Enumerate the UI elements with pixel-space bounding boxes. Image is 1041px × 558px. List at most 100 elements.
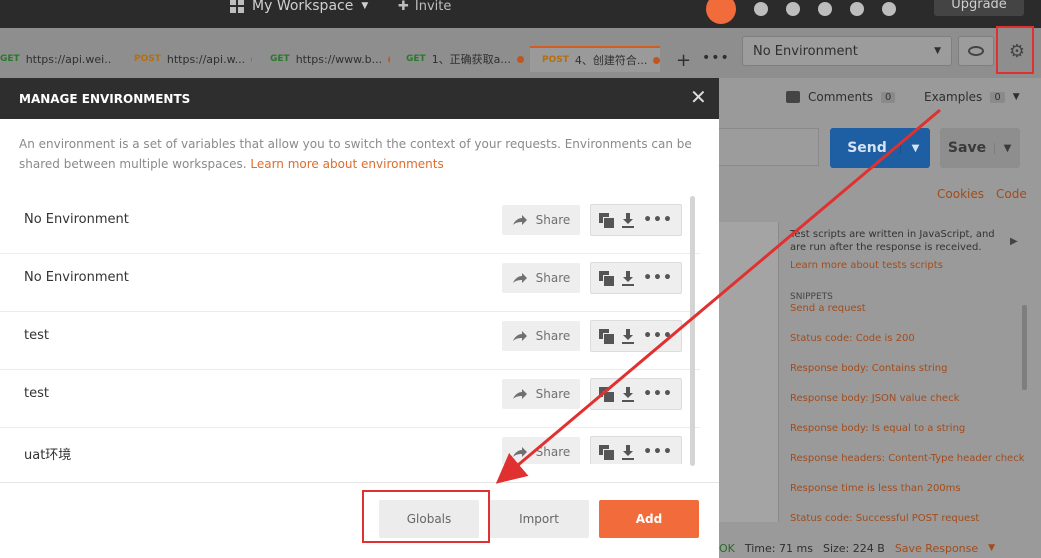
environment-quick-look-button[interactable] [958,36,994,66]
examples-button[interactable]: Examples 0 ▼ [924,90,1020,104]
test-script-editor[interactable] [719,222,779,522]
comments-button[interactable]: Comments 0 [786,90,896,104]
download-icon[interactable] [621,212,635,228]
learn-more-tests-link[interactable]: Learn more about tests scripts [790,260,943,271]
unsaved-dot-icon [251,55,252,63]
more-tabs-icon[interactable]: ••• [702,50,730,66]
code-link[interactable]: Code [996,187,1027,201]
snippet-item[interactable]: Status code: Code is 200 [790,333,915,344]
close-icon[interactable]: ✕ [690,87,707,107]
request-url-input[interactable] [719,128,819,166]
snippet-item[interactable]: Status code: Successful POST request [790,513,979,524]
share-label: Share [535,329,571,343]
bell-icon[interactable] [818,2,832,16]
send-button[interactable]: Send ▼ [830,128,930,168]
snippet-item[interactable]: Response body: JSON value check [790,393,959,404]
size-value: 224 B [852,541,885,555]
share-button[interactable]: Share [502,205,580,235]
snippets-description: Test scripts are written in JavaScript, … [790,229,995,253]
tab-label: 1、正确获取a... [431,53,511,66]
wrench-icon[interactable] [786,2,800,16]
environment-select[interactable]: No Environment ▼ [742,36,952,66]
duplicate-icon[interactable] [599,445,616,461]
globals-highlight-box [362,490,490,543]
snippet-item[interactable]: Response time is less than 200ms [790,483,961,494]
save-button[interactable]: Save ▼ [940,128,1020,168]
snippet-item[interactable]: Response body: Contains string [790,363,947,374]
environment-row[interactable]: test Share ••• [0,312,700,370]
status-code: OK [719,541,735,555]
more-options-icon[interactable]: ••• [643,444,673,460]
environment-name[interactable]: No Environment [24,270,129,285]
environment-name[interactable]: No Environment [24,212,129,227]
more-options-icon[interactable]: ••• [643,386,673,402]
environment-name[interactable]: test [24,386,49,401]
save-response-button[interactable]: Save Response [895,542,978,555]
request-tab[interactable]: POST https://api.w... [134,46,252,72]
footer-divider [0,482,719,483]
more-options-icon[interactable]: ••• [643,270,673,286]
tab-method: GET [270,54,290,64]
add-button[interactable]: Add [599,500,699,538]
request-tab[interactable]: GET 1、正确获取a... [406,46,524,72]
environment-list-scrollbar[interactable] [690,196,695,466]
collapse-panel-icon[interactable]: ▶ [1010,236,1018,247]
upgrade-button[interactable]: Upgrade [934,0,1024,16]
snippets-scrollbar[interactable] [1022,305,1027,390]
request-tab[interactable]: GET https://www.b... [270,46,390,72]
more-options-icon[interactable]: ••• [643,328,673,344]
environment-row[interactable]: No Environment Share ••• [0,196,700,254]
sync-icon[interactable] [706,0,736,24]
import-button[interactable]: Import [489,500,589,538]
share-arrow-icon [512,447,527,457]
examples-label: Examples [924,90,983,104]
examples-count-badge: 0 [990,91,1005,103]
invite-label: Invite [414,0,452,14]
more-options-icon[interactable]: ••• [643,212,673,228]
invite-button[interactable]: ✚ Invite [398,0,451,16]
workspace-switcher[interactable]: My Workspace ▼ [230,0,368,16]
heart-icon[interactable] [850,2,864,16]
send-options-chevron-icon[interactable]: ▼ [900,142,930,154]
tab-label: https://www.b... [295,52,383,66]
new-tab-icon[interactable]: + [676,50,691,71]
environment-select-value: No Environment [753,43,858,59]
duplicate-icon[interactable] [599,213,616,229]
app-header: My Workspace ▼ ✚ Invite Upgrade [0,0,1041,28]
download-icon[interactable] [621,386,635,402]
share-button[interactable]: Share [502,263,580,293]
comments-label: Comments [808,90,874,104]
learn-more-environments-link[interactable]: Learn more about environments [250,157,443,171]
download-icon[interactable] [621,328,635,344]
comment-icon [786,91,800,103]
duplicate-icon[interactable] [599,271,616,287]
chevron-down-icon[interactable]: ▼ [988,543,995,553]
duplicate-icon[interactable] [599,329,616,345]
tab-method: POST [134,54,161,64]
request-tab-active[interactable]: POST 4、创建符合... [530,46,660,72]
snippet-item[interactable]: Response headers: Content-Type header ch… [790,453,1025,464]
duplicate-icon[interactable] [599,387,616,403]
snippet-item[interactable]: Send a request [790,303,866,314]
environment-row[interactable]: test Share ••• [0,370,700,428]
share-button[interactable]: Share [502,437,580,464]
environment-name[interactable]: uat环境 [24,444,71,463]
environment-row[interactable]: uat环境 Share ••• [0,428,700,464]
snippet-item[interactable]: Response body: Is equal to a string [790,423,965,434]
share-button[interactable]: Share [502,379,580,409]
share-arrow-icon [512,331,527,341]
share-label: Share [535,271,571,285]
download-icon[interactable] [621,270,635,286]
environment-row[interactable]: No Environment Share ••• [0,254,700,312]
share-button[interactable]: Share [502,321,580,351]
request-tab[interactable]: GET https://api.wei... [0,46,112,72]
cookies-link[interactable]: Cookies [937,187,984,201]
download-icon[interactable] [621,444,635,460]
response-size: Size: 224 B [823,542,885,555]
save-options-chevron-icon[interactable]: ▼ [994,142,1020,154]
moon-icon[interactable] [754,2,768,16]
environment-actions: ••• [590,378,682,410]
environment-name[interactable]: test [24,328,49,343]
save-label: Save [947,140,987,156]
avatar[interactable] [882,2,896,16]
